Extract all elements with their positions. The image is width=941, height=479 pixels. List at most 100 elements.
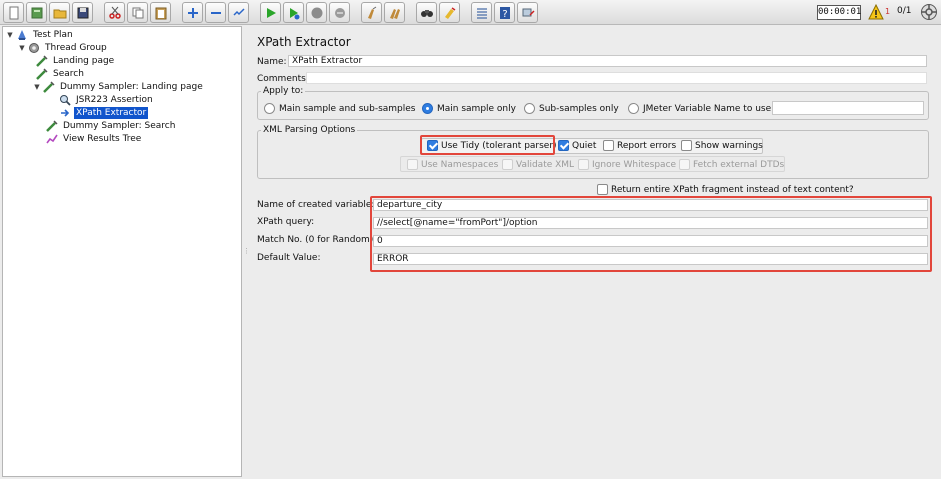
xpath-query-label: XPath query:: [257, 217, 315, 227]
variable-name-label: Name of created variable:: [257, 200, 375, 210]
tree-node-label: Thread Group: [45, 42, 107, 53]
default-value-input[interactable]: ERROR: [373, 253, 928, 265]
remote-icon[interactable]: [517, 2, 538, 23]
tree-node-label: Dummy Sampler: Landing page: [60, 81, 203, 92]
templates-icon[interactable]: [26, 2, 47, 23]
tree-node[interactable]: View Results Tree: [45, 132, 143, 145]
variable-name-input[interactable]: departure_city: [373, 199, 928, 211]
radio-main-and-sub-label: Main sample and sub-samples: [279, 104, 416, 114]
svg-text:?: ?: [502, 9, 507, 20]
sampler-icon: [45, 119, 58, 132]
jmeter-variable-input[interactable]: [772, 101, 924, 115]
name-label: Name:: [257, 57, 287, 67]
match-number-input[interactable]: 0: [373, 235, 928, 247]
clear-all-icon[interactable]: [384, 2, 405, 23]
tree-node-label: XPath Extractor: [74, 106, 149, 119]
assertion-icon: [58, 93, 71, 106]
test-plan-icon: [15, 28, 28, 41]
cut-icon[interactable]: [104, 2, 125, 23]
toggle-icon[interactable]: [228, 2, 249, 23]
match-number-label: Match No. (0 for Random):: [257, 235, 377, 245]
listener-icon: [45, 132, 58, 145]
tree-node[interactable]: Landing page: [35, 54, 116, 67]
comments-field[interactable]: [306, 72, 927, 84]
report-errors-label: Report errors: [617, 141, 677, 151]
fetch-dtds-checkbox[interactable]: [679, 159, 690, 170]
return-fragment-checkbox[interactable]: [597, 184, 608, 195]
new-icon[interactable]: [3, 2, 24, 23]
tree-node-label: Test Plan: [33, 29, 73, 40]
use-tidy-checkbox[interactable]: [427, 140, 438, 151]
active-threads: 0/1: [897, 6, 912, 16]
apply-to-title: Apply to:: [261, 86, 306, 96]
tree-node-label: View Results Tree: [63, 133, 142, 144]
tree-node-selected[interactable]: XPath Extractor: [58, 106, 149, 119]
quiet-label: Quiet: [572, 141, 597, 151]
validate-xml-label: Validate XML: [516, 160, 575, 170]
save-icon[interactable]: [72, 2, 93, 23]
xpath-extractor-panel: XPath Extractor Name: XPath Extractor Co…: [248, 26, 939, 477]
tree-node-label: Dummy Sampler: Search: [63, 120, 176, 131]
expand-icon[interactable]: [182, 2, 203, 23]
splitter-handle[interactable]: ⋮: [243, 247, 250, 255]
show-warnings-checkbox[interactable]: [681, 140, 692, 151]
tree-node[interactable]: Search: [35, 67, 86, 80]
validate-xml-checkbox[interactable]: [502, 159, 513, 170]
start-icon[interactable]: [260, 2, 281, 23]
xpath-query-input[interactable]: //select[@name="fromPort"]/option: [373, 217, 928, 229]
tree-node[interactable]: Dummy Sampler: Search: [45, 119, 177, 132]
open-icon[interactable]: [49, 2, 70, 23]
shutdown-icon[interactable]: [329, 2, 350, 23]
extractor-icon: [58, 106, 71, 119]
copy-icon[interactable]: [127, 2, 148, 23]
report-errors-checkbox[interactable]: [603, 140, 614, 151]
function-helper-icon[interactable]: [471, 2, 492, 23]
tree-node[interactable]: ▼ Dummy Sampler: Landing page: [32, 80, 205, 93]
use-namespaces-label: Use Namespaces: [421, 160, 499, 170]
search-icon[interactable]: [416, 2, 437, 23]
remote-status-icon[interactable]: [920, 3, 938, 21]
return-fragment-label: Return entire XPath fragment instead of …: [611, 185, 854, 195]
sampler-icon: [35, 67, 48, 80]
expand-arrow-icon[interactable]: ▼: [17, 44, 27, 52]
radio-jmeter-variable[interactable]: [628, 103, 639, 114]
name-field[interactable]: XPath Extractor: [288, 55, 927, 67]
radio-main-only-label: Main sample only: [437, 104, 516, 114]
help-icon[interactable]: ?: [494, 2, 515, 23]
collapse-icon[interactable]: [205, 2, 226, 23]
paste-icon[interactable]: [150, 2, 171, 23]
stop-icon[interactable]: [306, 2, 327, 23]
comments-label: Comments:: [257, 74, 309, 84]
tree-node[interactable]: ▼ Test Plan: [5, 28, 75, 41]
ignore-whitespace-label: Ignore Whitespace: [592, 160, 677, 170]
warning-count: 1: [885, 7, 891, 16]
test-plan-tree[interactable]: ▼ Test Plan ▼ Thread Group Landing page …: [2, 26, 242, 477]
tree-node[interactable]: ▼ Thread Group: [17, 41, 109, 54]
show-warnings-label: Show warnings: [695, 141, 763, 151]
sampler-icon: [42, 80, 55, 93]
radio-sub-only[interactable]: [524, 103, 535, 114]
warning-icon[interactable]: [868, 4, 884, 20]
reset-search-icon[interactable]: [439, 2, 460, 23]
tree-node[interactable]: JSR223 Assertion: [58, 93, 155, 106]
fetch-dtds-label: Fetch external DTDs: [693, 160, 785, 170]
xml-parsing-title: XML Parsing Options: [261, 125, 358, 135]
elapsed-timer: 00:00:01: [817, 5, 861, 20]
thread-group-icon: [27, 41, 40, 54]
start-no-pause-icon[interactable]: [283, 2, 304, 23]
radio-sub-only-label: Sub-samples only: [539, 104, 619, 114]
clear-icon[interactable]: [361, 2, 382, 23]
radio-jmeter-variable-label: JMeter Variable Name to use: [643, 104, 772, 114]
toolbar: ? 00:00:01 1 0/1: [0, 0, 941, 25]
ignore-whitespace-checkbox[interactable]: [578, 159, 589, 170]
default-value-label: Default Value:: [257, 253, 321, 263]
use-namespaces-checkbox[interactable]: [407, 159, 418, 170]
expand-arrow-icon[interactable]: ▼: [32, 83, 42, 91]
radio-main-only[interactable]: [422, 103, 433, 114]
quiet-checkbox[interactable]: [558, 140, 569, 151]
tree-node-label: JSR223 Assertion: [76, 94, 153, 105]
radio-main-and-sub[interactable]: [264, 103, 275, 114]
use-tidy-label: Use Tidy (tolerant parser): [441, 141, 557, 151]
expand-arrow-icon[interactable]: ▼: [5, 31, 15, 39]
tree-node-label: Landing page: [53, 55, 115, 66]
